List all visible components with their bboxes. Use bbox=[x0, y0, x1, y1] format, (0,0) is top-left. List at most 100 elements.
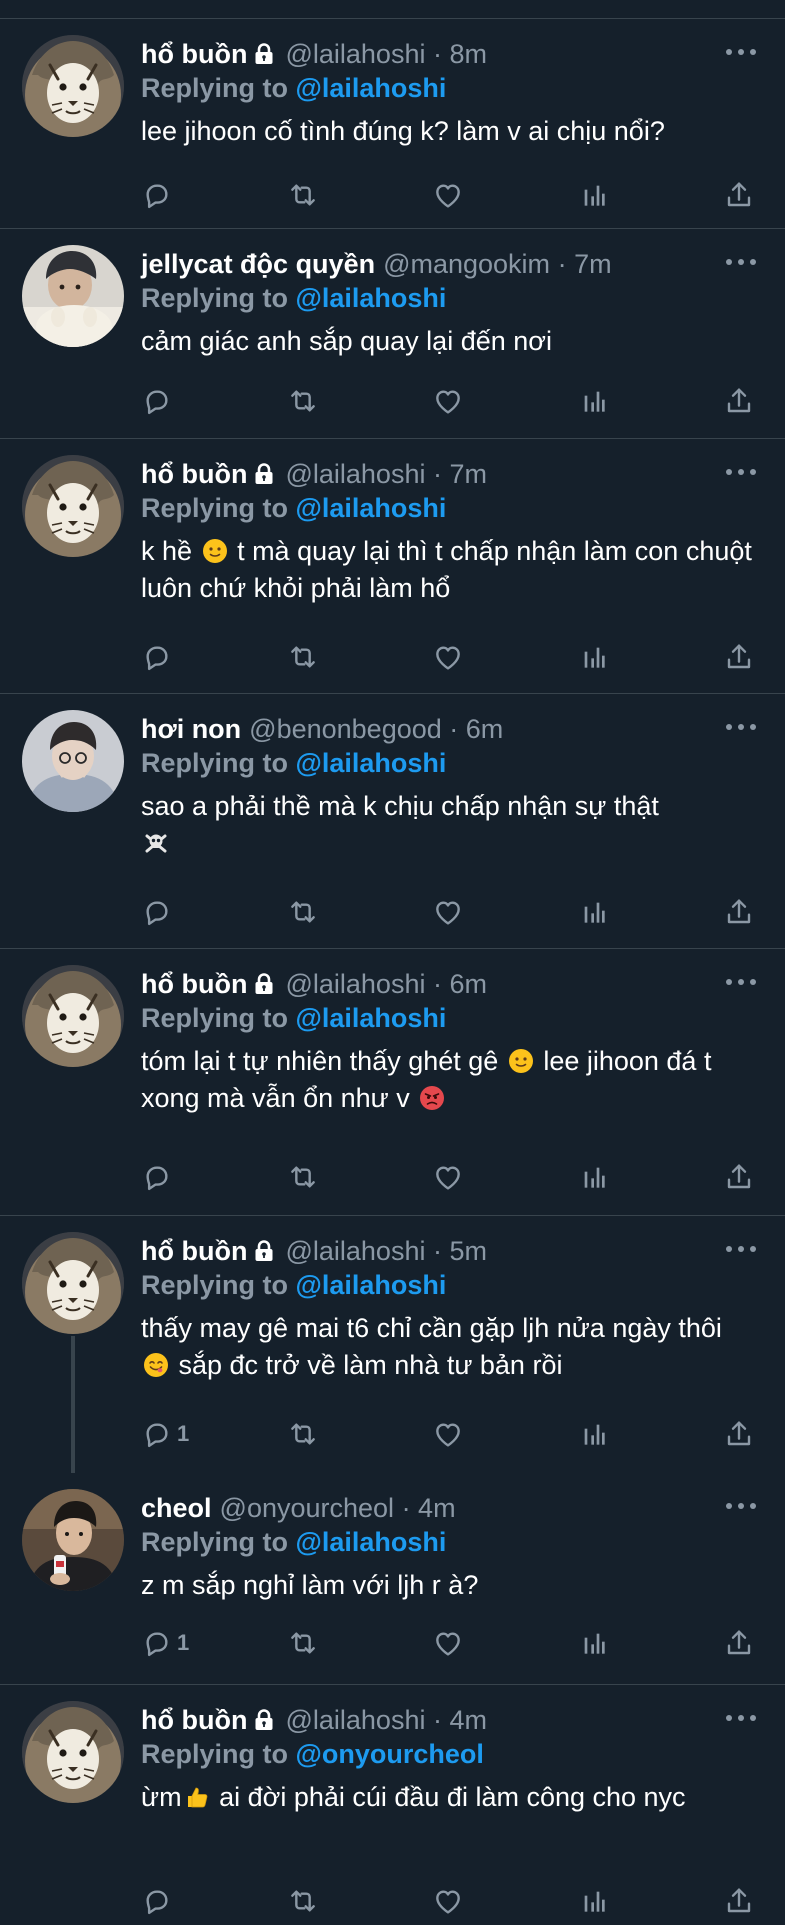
reply-button[interactable]: 1 bbox=[141, 1625, 261, 1661]
tweet[interactable]: hổ buồn @lailahoshi · 7m Replying to @la… bbox=[0, 439, 785, 694]
avatar[interactable] bbox=[22, 710, 124, 812]
share-button[interactable] bbox=[723, 1159, 755, 1195]
reply-button[interactable] bbox=[141, 894, 261, 930]
user-handle[interactable]: @benonbegood bbox=[249, 712, 442, 746]
user-handle[interactable]: @lailahoshi bbox=[285, 37, 425, 71]
timestamp[interactable]: · 5m bbox=[433, 1234, 487, 1268]
like-button[interactable] bbox=[432, 1625, 552, 1661]
avatar[interactable] bbox=[22, 1232, 124, 1334]
display-name[interactable]: hổ buồn bbox=[141, 37, 247, 71]
retweet-button[interactable] bbox=[287, 383, 407, 419]
reply-icon bbox=[141, 385, 173, 417]
retweet-button[interactable] bbox=[287, 639, 407, 675]
avatar[interactable] bbox=[22, 1701, 124, 1803]
avatar[interactable] bbox=[22, 455, 124, 557]
share-button[interactable] bbox=[723, 1625, 755, 1661]
tweet[interactable]: hổ buồn @lailahoshi · 5m Replying to @la… bbox=[0, 1216, 785, 1473]
replying-to-label: Replying to bbox=[141, 748, 288, 778]
share-button[interactable] bbox=[723, 1883, 755, 1919]
display-name[interactable]: jellycat độc quyền bbox=[141, 247, 375, 281]
user-handle[interactable]: @lailahoshi bbox=[285, 967, 425, 1001]
avatar[interactable] bbox=[22, 35, 124, 137]
analytics-button[interactable] bbox=[578, 639, 698, 675]
retweet-button[interactable] bbox=[287, 1159, 407, 1195]
more-icon[interactable] bbox=[723, 45, 759, 59]
tweet[interactable]: hổ buồn @lailahoshi · 8m Replying to @la… bbox=[0, 19, 785, 229]
display-name[interactable]: hổ buồn bbox=[141, 1234, 247, 1268]
retweet-button[interactable] bbox=[287, 1883, 407, 1919]
timestamp[interactable]: · 4m bbox=[433, 1703, 487, 1737]
timestamp[interactable]: · 7m bbox=[433, 457, 487, 491]
replying-to-mention[interactable]: @lailahoshi bbox=[296, 748, 447, 778]
replying-to-mention[interactable]: @lailahoshi bbox=[296, 283, 447, 313]
analytics-button[interactable] bbox=[578, 1416, 698, 1452]
like-button[interactable] bbox=[432, 639, 552, 675]
reply-button[interactable] bbox=[141, 177, 261, 213]
analytics-button[interactable] bbox=[578, 1159, 698, 1195]
more-icon[interactable] bbox=[723, 720, 759, 734]
share-button[interactable] bbox=[723, 894, 755, 930]
analytics-button[interactable] bbox=[578, 177, 698, 213]
like-button[interactable] bbox=[432, 894, 552, 930]
timestamp[interactable]: · 4m bbox=[402, 1491, 456, 1525]
analytics-button[interactable] bbox=[578, 894, 698, 930]
like-button[interactable] bbox=[432, 383, 552, 419]
avatar[interactable] bbox=[22, 1489, 124, 1591]
tweet[interactable]: hơi non @benonbegood · 6m Replying to @l… bbox=[0, 694, 785, 949]
display-name[interactable]: hổ buồn bbox=[141, 967, 247, 1001]
user-handle[interactable]: @onyourcheol bbox=[220, 1491, 395, 1525]
retweet-button[interactable] bbox=[287, 1416, 407, 1452]
reply-button[interactable] bbox=[141, 1883, 261, 1919]
replying-to: Replying to @lailahoshi bbox=[141, 1268, 759, 1302]
display-name[interactable]: cheol bbox=[141, 1491, 212, 1525]
display-name[interactable]: hổ buồn bbox=[141, 1703, 247, 1737]
user-handle[interactable]: @lailahoshi bbox=[285, 457, 425, 491]
retweet-button[interactable] bbox=[287, 894, 407, 930]
like-button[interactable] bbox=[432, 1883, 552, 1919]
analytics-button[interactable] bbox=[578, 1883, 698, 1919]
user-handle[interactable]: @lailahoshi bbox=[285, 1234, 425, 1268]
timestamp[interactable]: · 8m bbox=[433, 37, 487, 71]
like-button[interactable] bbox=[432, 177, 552, 213]
more-icon[interactable] bbox=[723, 1711, 759, 1725]
reply-button[interactable] bbox=[141, 383, 261, 419]
timestamp[interactable]: · 6m bbox=[449, 712, 503, 746]
retweet-button[interactable] bbox=[287, 177, 407, 213]
more-icon[interactable] bbox=[723, 1499, 759, 1513]
share-button[interactable] bbox=[723, 383, 755, 419]
timestamp[interactable]: · 7m bbox=[558, 247, 612, 281]
replying-to-mention[interactable]: @onyourcheol bbox=[296, 1739, 484, 1769]
share-button[interactable] bbox=[723, 1416, 755, 1452]
user-handle[interactable]: @mangookim bbox=[383, 247, 550, 281]
replying-to-mention[interactable]: @lailahoshi bbox=[296, 1270, 447, 1300]
analytics-button[interactable] bbox=[578, 383, 698, 419]
replying-to-mention[interactable]: @lailahoshi bbox=[296, 1003, 447, 1033]
replying-to-mention[interactable]: @lailahoshi bbox=[296, 493, 447, 523]
replying-to-mention[interactable]: @lailahoshi bbox=[296, 1527, 447, 1557]
reply-button[interactable] bbox=[141, 639, 261, 675]
avatar[interactable] bbox=[22, 245, 124, 347]
tweet[interactable]: hổ buồn @lailahoshi · 6m Replying to @la… bbox=[0, 949, 785, 1216]
more-icon[interactable] bbox=[723, 975, 759, 989]
tweet[interactable]: hổ buồn @lailahoshi · 4m Replying to @on… bbox=[0, 1685, 785, 1925]
share-button[interactable] bbox=[723, 177, 755, 213]
more-icon[interactable] bbox=[723, 465, 759, 479]
retweet-button[interactable] bbox=[287, 1625, 407, 1661]
tweet[interactable]: jellycat độc quyền @mangookim · 7m Reply… bbox=[0, 229, 785, 439]
avatar[interactable] bbox=[22, 965, 124, 1067]
tweet-text-part: k hề bbox=[141, 536, 193, 566]
more-icon[interactable] bbox=[723, 255, 759, 269]
like-button[interactable] bbox=[432, 1159, 552, 1195]
more-icon[interactable] bbox=[723, 1242, 759, 1256]
reply-button[interactable] bbox=[141, 1159, 261, 1195]
reply-button[interactable]: 1 bbox=[141, 1416, 261, 1452]
display-name[interactable]: hơi non bbox=[141, 712, 241, 746]
like-button[interactable] bbox=[432, 1416, 552, 1452]
timestamp[interactable]: · 6m bbox=[433, 967, 487, 1001]
display-name[interactable]: hổ buồn bbox=[141, 457, 247, 491]
replying-to-mention[interactable]: @lailahoshi bbox=[296, 73, 447, 103]
share-button[interactable] bbox=[723, 639, 755, 675]
tweet[interactable]: cheol @onyourcheol · 4m Replying to @lai… bbox=[0, 1473, 785, 1685]
analytics-button[interactable] bbox=[578, 1625, 698, 1661]
user-handle[interactable]: @lailahoshi bbox=[285, 1703, 425, 1737]
